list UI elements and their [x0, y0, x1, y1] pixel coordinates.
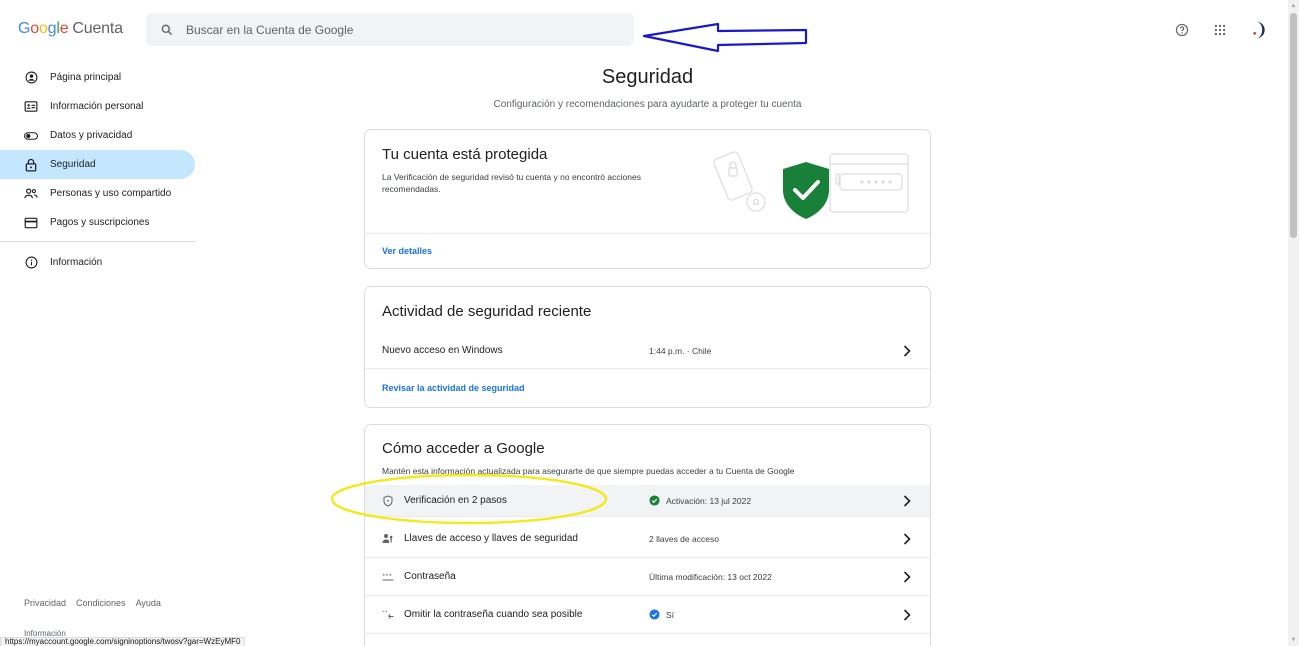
sidebar-item-info[interactable]: Información — [0, 248, 195, 277]
chevron-right-icon — [902, 344, 912, 357]
password-icon: *** — [382, 571, 394, 583]
chevron-right-icon — [902, 494, 912, 507]
security-illustration — [713, 151, 909, 219]
chevron-right-icon — [902, 570, 912, 583]
svg-text:***: *** — [382, 573, 392, 579]
search-input[interactable]: Buscar en la Cuenta de Google — [186, 23, 353, 37]
card-divider — [365, 368, 930, 369]
google-account-logo[interactable]: Google Cuenta — [18, 20, 123, 38]
check-circle-icon — [649, 609, 660, 620]
row-divider — [365, 516, 930, 517]
privacy-link[interactable]: Privacidad — [24, 598, 66, 608]
shield-icon — [382, 494, 394, 507]
terms-link[interactable]: Condiciones — [76, 598, 126, 608]
lock-icon — [24, 158, 38, 172]
sidebar-item-payments[interactable]: Pagos y suscripciones — [0, 208, 195, 237]
page-subtitle: Configuración y recomendaciones para ayu… — [493, 99, 802, 110]
passkey-icon — [382, 533, 394, 545]
row-divider — [365, 557, 930, 558]
row-label: Llaves de acceso y llaves de seguridad — [404, 533, 578, 544]
scroll-thumb[interactable] — [1290, 13, 1297, 238]
card-title: Tu cuenta está protegida — [382, 146, 548, 163]
sidebar-item-label: Datos y privacidad — [50, 130, 133, 141]
google-logo: Google — [18, 20, 69, 37]
account-circle-icon — [24, 71, 38, 85]
row-skip-password[interactable]: ** Omitir la contraseña cuando sea posib… — [365, 599, 930, 630]
sidebar-item-label: Información — [50, 257, 103, 268]
scroll-up-arrow[interactable]: ▲ — [1290, 2, 1297, 10]
check-circle-icon — [649, 495, 660, 506]
row-value: 1:44 p.m. · Chile — [649, 345, 712, 356]
svg-text:**: ** — [382, 610, 388, 616]
row-passkeys[interactable]: Llaves de acceso y llaves de seguridad 2… — [365, 523, 930, 554]
sidebar-item-label: Información personal — [50, 101, 144, 112]
sidebar-item-label: Seguridad — [50, 159, 96, 170]
card-divider — [365, 233, 930, 234]
help-link[interactable]: Ayuda — [136, 598, 161, 608]
card-description: Mantén esta información actualizada para… — [382, 466, 795, 476]
search-icon — [161, 24, 173, 35]
view-details-link[interactable]: Ver detalles — [382, 246, 432, 256]
status-bar-url: https://myaccount.google.com/signinoptio… — [0, 637, 246, 646]
card-description: La Verificación de seguridad revisó tu c… — [382, 171, 641, 195]
chevron-right-icon — [902, 608, 912, 621]
row-partial[interactable] — [365, 637, 930, 646]
toggle-icon — [24, 129, 38, 143]
card-description-line: recomendadas. — [382, 184, 441, 194]
skip-password-icon: ** — [382, 609, 394, 621]
sidebar-item-data-privacy[interactable]: Datos y privacidad — [0, 121, 195, 150]
help-icon[interactable] — [1172, 20, 1192, 40]
people-icon — [24, 187, 38, 201]
sidebar-item-label: Personas y uso compartido — [50, 188, 172, 199]
info-icon — [24, 256, 38, 270]
row-value: Última modificación: 13 oct 2022 — [649, 571, 772, 582]
row-value: Sí — [666, 609, 675, 620]
sidebar-divider — [0, 241, 195, 242]
row-2-step-verification[interactable]: Verificación en 2 pasos Activación: 13 j… — [365, 485, 930, 516]
row-label: Omitir la contraseña cuando sea posible — [404, 609, 583, 620]
account-label: Cuenta — [72, 20, 123, 37]
account-protected-card: Tu cuenta está protegida La Verificación… — [364, 129, 931, 269]
row-divider — [365, 633, 930, 634]
row-label: Contraseña — [404, 571, 456, 582]
sidebar-item-label: Pagos y suscripciones — [50, 217, 150, 228]
top-bar: Google Cuenta Buscar en la Cuenta de Goo… — [0, 0, 1288, 60]
chevron-right-icon — [902, 532, 912, 545]
row-label: Nuevo acceso en Windows — [382, 345, 503, 356]
sidebar-item-people-sharing[interactable]: Personas y uso compartido — [0, 179, 195, 208]
id-card-icon — [24, 100, 38, 114]
row-password[interactable]: *** Contraseña Última modificación: 13 o… — [365, 561, 930, 592]
apps-grid-icon[interactable] — [1210, 20, 1230, 40]
avatar[interactable] — [1248, 20, 1268, 40]
sidebar-item-personal-info[interactable]: Información personal — [0, 92, 195, 121]
activity-row-windows[interactable]: Nuevo acceso en Windows 1:44 p.m. · Chil… — [365, 335, 930, 366]
page-scrollbar[interactable]: ▲ ▼ — [1288, 0, 1299, 646]
row-label: Verificación en 2 pasos — [404, 495, 507, 506]
footer-links: Privacidad Condiciones Ayuda — [24, 598, 161, 608]
row-divider — [365, 595, 930, 596]
sidebar-nav: Página principal Información personal Da… — [0, 63, 200, 277]
credit-card-icon — [24, 216, 38, 230]
search-bar[interactable]: Buscar en la Cuenta de Google — [146, 13, 634, 46]
signin-methods-card: Cómo acceder a Google Mantén esta inform… — [364, 424, 931, 646]
sidebar-item-label: Página principal — [50, 72, 122, 83]
scroll-down-arrow[interactable]: ▼ — [1290, 636, 1297, 644]
row-value: Activación: 13 jul 2022 — [666, 495, 752, 506]
card-description-line: La Verificación de seguridad revisó tu c… — [382, 172, 641, 182]
card-title: Cómo acceder a Google — [382, 440, 545, 457]
card-title: Actividad de seguridad reciente — [382, 303, 592, 320]
review-activity-link[interactable]: Revisar la actividad de seguridad — [382, 383, 525, 393]
sidebar-item-security[interactable]: Seguridad — [0, 150, 195, 179]
row-value: 2 llaves de acceso — [649, 533, 719, 544]
sidebar-item-home[interactable]: Página principal — [0, 63, 195, 92]
page-title: Seguridad — [601, 66, 694, 88]
security-activity-card: Actividad de seguridad reciente Nuevo ac… — [364, 286, 931, 408]
